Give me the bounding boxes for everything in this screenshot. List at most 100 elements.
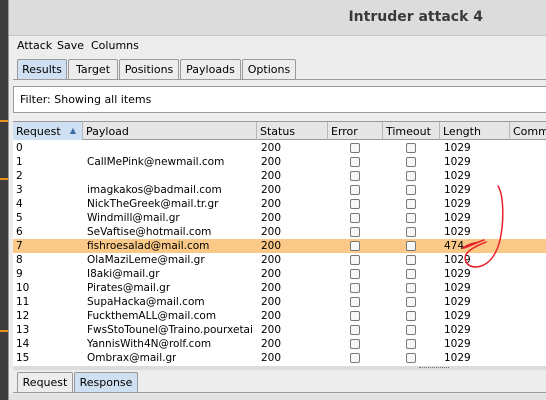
tab-divider — [13, 79, 546, 80]
tab-options[interactable]: Options — [242, 59, 296, 80]
tab-response[interactable]: Response — [74, 372, 138, 392]
error-checkbox[interactable] — [350, 283, 360, 293]
table-row[interactable]: 4 NickTheGreek@mail.tr.gr 200 1029 — [13, 197, 546, 211]
error-checkbox[interactable] — [350, 199, 360, 209]
table-row[interactable]: 6 SeVaftise@hotmail.com 200 1029 — [13, 225, 546, 239]
cell-request: 6 — [16, 226, 23, 238]
timeout-checkbox[interactable] — [406, 171, 416, 181]
error-checkbox[interactable] — [350, 143, 360, 153]
timeout-checkbox[interactable] — [406, 185, 416, 195]
column-header-comment[interactable]: Comme — [510, 122, 546, 140]
cell-payload: Ombrax@mail.gr — [87, 352, 177, 364]
error-checkbox[interactable] — [350, 241, 360, 251]
table-row[interactable]: 10 Pirates@mail.gr 200 1029 — [13, 281, 546, 295]
tab-results[interactable]: Results — [17, 59, 67, 80]
cell-length: 1029 — [444, 324, 471, 336]
resize-grip-icon[interactable] — [419, 367, 449, 369]
cell-request: 4 — [16, 198, 23, 210]
cell-length: 1029 — [444, 282, 471, 294]
cell-status: 200 — [261, 240, 282, 252]
cell-request: 0 — [16, 142, 23, 154]
column-header-length[interactable]: Length — [440, 122, 510, 140]
error-checkbox[interactable] — [350, 255, 360, 265]
menu-attack[interactable]: Attack — [17, 39, 52, 52]
table-row[interactable]: 8 OlaMaziLeme@mail.gr 200 1029 — [13, 253, 546, 267]
tab-payloads[interactable]: Payloads — [180, 59, 241, 80]
error-checkbox[interactable] — [350, 157, 360, 167]
timeout-checkbox[interactable] — [406, 157, 416, 167]
error-checkbox[interactable] — [350, 353, 360, 363]
table-row[interactable]: 2 200 1029 — [13, 169, 546, 183]
table-row[interactable]: 9 I8aki@mail.gr 200 1029 — [13, 267, 546, 281]
menu-save[interactable]: Save — [57, 39, 84, 52]
timeout-checkbox[interactable] — [406, 199, 416, 209]
error-checkbox[interactable] — [350, 297, 360, 307]
background-highlight — [0, 120, 8, 122]
cell-length: 1029 — [444, 352, 471, 364]
cell-length: 474 — [444, 240, 465, 252]
menu-bar: Attack Save Columns — [9, 36, 546, 56]
cell-status: 200 — [261, 296, 282, 308]
tab-request[interactable]: Request — [17, 372, 73, 392]
timeout-checkbox[interactable] — [406, 213, 416, 223]
timeout-checkbox[interactable] — [406, 227, 416, 237]
timeout-checkbox[interactable] — [406, 353, 416, 363]
error-checkbox[interactable] — [350, 269, 360, 279]
title-bar[interactable]: Intruder attack 4 — [9, 0, 546, 36]
tab-positions[interactable]: Positions — [119, 59, 179, 80]
table-row[interactable]: 15 Ombrax@mail.gr 200 1029 — [13, 351, 546, 365]
error-checkbox[interactable] — [350, 171, 360, 181]
sort-ascending-icon: ▲ — [69, 126, 76, 135]
error-checkbox[interactable] — [350, 311, 360, 321]
cell-payload: FwsStoTounel@Traino.pourxetai — [87, 324, 253, 336]
timeout-checkbox[interactable] — [406, 339, 416, 349]
timeout-checkbox[interactable] — [406, 241, 416, 251]
cell-request: 5 — [16, 212, 23, 224]
column-header-timeout[interactable]: Timeout — [383, 122, 440, 140]
request-response-tabs: Request Response — [9, 370, 546, 394]
cell-length: 1029 — [444, 338, 471, 350]
filter-text: Filter: Showing all items — [20, 93, 152, 106]
column-header-error[interactable]: Error — [328, 122, 383, 140]
table-row[interactable]: 12 FuckthemALL@mail.com 200 1029 — [13, 309, 546, 323]
timeout-checkbox[interactable] — [406, 325, 416, 335]
table-row[interactable]: 14 YannisWith4N@rolf.com 200 1029 — [13, 337, 546, 351]
timeout-checkbox[interactable] — [406, 297, 416, 307]
menu-columns[interactable]: Columns — [91, 39, 139, 52]
table-row[interactable]: 3 imagkakos@badmail.com 200 1029 — [13, 183, 546, 197]
error-checkbox[interactable] — [350, 339, 360, 349]
column-header-payload[interactable]: Payload — [83, 122, 257, 140]
table-row[interactable]: 1 CallMePink@newmail.com 200 1029 — [13, 155, 546, 169]
cell-length: 1029 — [444, 254, 471, 266]
column-header-request[interactable]: Request ▲ — [13, 122, 83, 140]
response-pane — [9, 394, 546, 400]
error-checkbox[interactable] — [350, 325, 360, 335]
cell-status: 200 — [261, 254, 282, 266]
error-checkbox[interactable] — [350, 213, 360, 223]
timeout-checkbox[interactable] — [406, 311, 416, 321]
table-row[interactable]: 11 SupaHacka@mail.com 200 1029 — [13, 295, 546, 309]
cell-length: 1029 — [444, 226, 471, 238]
bottom-tab-divider — [13, 392, 546, 393]
cell-request: 9 — [16, 268, 23, 280]
filter-bar[interactable]: Filter: Showing all items — [13, 86, 546, 113]
table-row[interactable]: 7 fishroesalad@mail.com 200 474 — [13, 239, 546, 253]
tab-target[interactable]: Target — [68, 59, 118, 80]
cell-payload: OlaMaziLeme@mail.gr — [87, 254, 205, 266]
table-row[interactable]: 0 200 1029 — [13, 141, 546, 155]
column-header-status[interactable]: Status — [257, 122, 328, 140]
table-row[interactable]: 5 Windmill@mail.gr 200 1029 — [13, 211, 546, 225]
background-highlight — [0, 330, 8, 332]
timeout-checkbox[interactable] — [406, 255, 416, 265]
timeout-checkbox[interactable] — [406, 143, 416, 153]
timeout-checkbox[interactable] — [406, 283, 416, 293]
cell-status: 200 — [261, 184, 282, 196]
cell-length: 1029 — [444, 156, 471, 168]
error-checkbox[interactable] — [350, 227, 360, 237]
timeout-checkbox[interactable] — [406, 269, 416, 279]
table-row[interactable]: 13 FwsStoTounel@Traino.pourxetai 200 1029 — [13, 323, 546, 337]
main-tabs: Results Target Positions Payloads Option… — [9, 57, 546, 81]
column-label-request: Request — [16, 125, 61, 138]
error-checkbox[interactable] — [350, 185, 360, 195]
cell-status: 200 — [261, 142, 282, 154]
